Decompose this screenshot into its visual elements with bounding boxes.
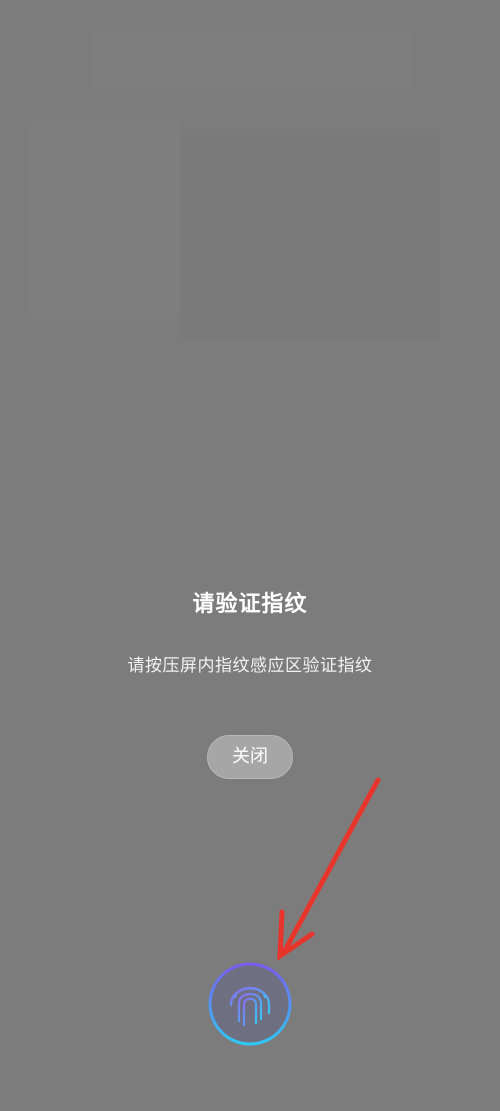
fingerprint-verify-screen: 请验证指纹 请按压屏内指纹感应区验证指纹 关闭	[0, 0, 500, 1111]
dimmed-background-header	[90, 30, 410, 90]
close-button[interactable]: 关闭	[207, 735, 293, 779]
fingerprint-sensor[interactable]	[207, 961, 293, 1047]
dialog-subtitle: 请按压屏内指纹感应区验证指纹	[127, 656, 373, 676]
dimmed-background-panel-left	[30, 120, 180, 320]
fingerprint-icon	[208, 962, 292, 1046]
dialog-title: 请验证指纹	[192, 592, 308, 617]
dimmed-background-panel-right	[180, 130, 440, 340]
